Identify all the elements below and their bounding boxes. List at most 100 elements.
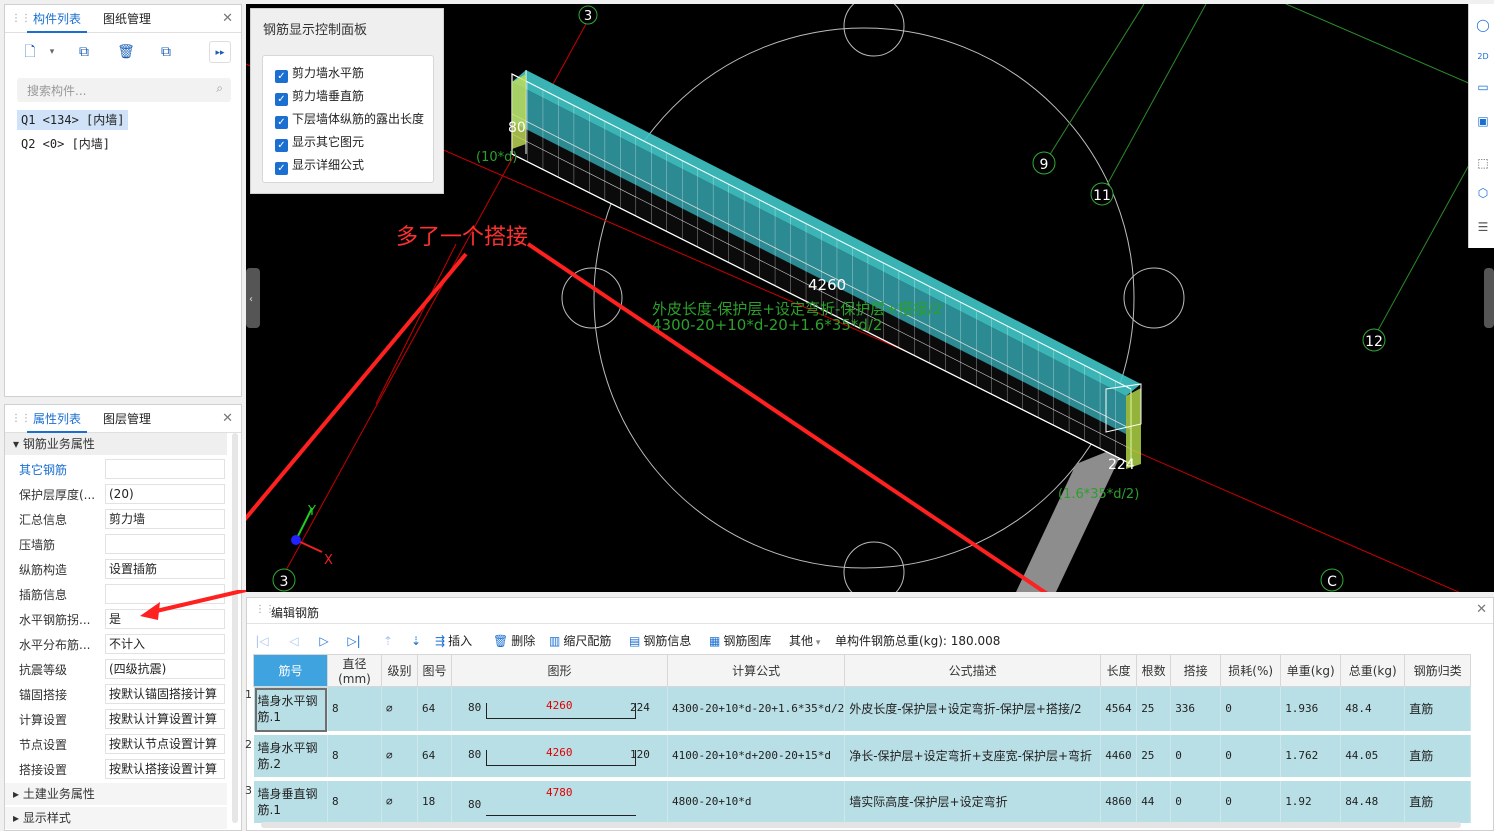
prev-record-icon[interactable]: ◁ bbox=[285, 631, 303, 651]
lap-cell[interactable]: 0 bbox=[1170, 778, 1222, 827]
loss-cell[interactable]: 0 bbox=[1220, 686, 1282, 735]
scrollbar[interactable] bbox=[232, 433, 238, 823]
grade-cell[interactable]: ⌀ bbox=[381, 732, 418, 781]
table-row[interactable]: 墙身水平钢筋.2 8 ⌀ 64 80 4260 120 4100-20+10*d+2… bbox=[253, 732, 1472, 781]
rebar-info-button[interactable]: ▤ 钢筋信息 bbox=[629, 631, 691, 651]
cube-view-icon[interactable]: ▣ bbox=[1474, 112, 1492, 130]
column-header[interactable]: 损耗(%) bbox=[1220, 654, 1282, 687]
total-weight-cell[interactable]: 48.4 bbox=[1340, 686, 1406, 735]
tab-layer-management[interactable]: 图层管理 bbox=[97, 405, 157, 433]
shape-cell[interactable]: 80 4260 120 bbox=[451, 732, 668, 781]
formula-cell[interactable]: 4300-20+10*d-20+1.6*35*d/2 bbox=[667, 686, 846, 735]
rebar-name-cell[interactable]: 墙身垂直钢筋.1 bbox=[253, 778, 328, 827]
property-value[interactable] bbox=[105, 459, 225, 479]
check-icon[interactable]: ✓ bbox=[275, 116, 288, 129]
checkbox-lower-wall-exposure[interactable]: ✓ 下层墙体纵筋的露出长度 bbox=[275, 110, 424, 129]
figure-no-cell[interactable]: 64 bbox=[417, 732, 452, 781]
length-cell[interactable]: 4460 bbox=[1100, 732, 1138, 781]
tab-drawing-management[interactable]: 图纸管理 bbox=[97, 5, 157, 33]
view-2d-icon[interactable]: 2D bbox=[1474, 48, 1492, 66]
column-header[interactable]: 搭接 bbox=[1170, 654, 1222, 687]
rebar-library-button[interactable]: ▦ 钢筋图库 bbox=[709, 631, 771, 651]
insert-button[interactable]: ⇶ 插入 bbox=[435, 631, 472, 651]
check-icon[interactable]: ✓ bbox=[275, 139, 288, 152]
unit-weight-cell[interactable]: 1.92 bbox=[1280, 778, 1342, 827]
box-view-icon[interactable]: ▭ bbox=[1474, 78, 1492, 96]
select-frame-icon[interactable]: ⬚ bbox=[1474, 154, 1492, 172]
delete-icon[interactable]: 🗑 bbox=[115, 41, 137, 63]
list-settings-icon[interactable]: ☰ bbox=[1474, 218, 1492, 236]
checkbox-wall-horizontal[interactable]: ✓ 剪力墙水平筋 bbox=[275, 64, 364, 83]
formula-cell[interactable]: 4100-20+10*d+200-20+15*d bbox=[667, 732, 846, 781]
count-cell[interactable]: 25 bbox=[1136, 686, 1172, 735]
search-input[interactable]: 搜索构件... ⌕ bbox=[17, 78, 231, 102]
next-record-icon[interactable]: ▷ bbox=[315, 631, 333, 651]
checkbox-show-detailed-formula[interactable]: ✓ 显示详细公式 bbox=[275, 156, 364, 175]
figure-no-cell[interactable]: 18 bbox=[417, 778, 452, 827]
group-display-style[interactable]: ▸ 显示样式 bbox=[5, 807, 227, 829]
formula-desc-cell[interactable]: 净长-保护层+设定弯折+支座宽-保护层+弯折 bbox=[844, 732, 1102, 781]
formula-desc-cell[interactable]: 墙实际高度-保护层+设定弯折 bbox=[844, 778, 1102, 827]
new-component-icon[interactable]: 🗋 bbox=[19, 41, 41, 63]
property-value[interactable]: (四级抗震) bbox=[105, 659, 225, 679]
property-value[interactable]: 剪力墙 bbox=[105, 509, 225, 529]
search-icon[interactable]: ⌕ bbox=[216, 81, 223, 96]
total-weight-cell[interactable]: 84.48 bbox=[1340, 778, 1406, 827]
loss-cell[interactable]: 0 bbox=[1220, 732, 1282, 781]
category-cell[interactable]: 直筋 bbox=[1404, 686, 1472, 735]
column-header[interactable]: 计算公式 bbox=[666, 654, 846, 687]
group-rebar-properties[interactable]: ▾ 钢筋业务属性 bbox=[5, 433, 227, 455]
grade-cell[interactable]: ⌀ bbox=[381, 778, 418, 827]
last-record-icon[interactable]: ▷| bbox=[345, 631, 363, 651]
column-header[interactable]: 钢筋归类 bbox=[1404, 654, 1472, 687]
horizontal-scrollbar[interactable] bbox=[261, 822, 1461, 828]
cube-3d-icon[interactable]: ⬡ bbox=[1474, 184, 1492, 202]
length-cell[interactable]: 4860 bbox=[1100, 778, 1138, 827]
loss-cell[interactable]: 0 bbox=[1220, 778, 1282, 827]
lap-cell[interactable]: 336 bbox=[1170, 686, 1222, 735]
total-weight-cell[interactable]: 44.05 bbox=[1340, 732, 1406, 781]
count-cell[interactable]: 25 bbox=[1136, 732, 1172, 781]
length-cell[interactable]: 4564 bbox=[1100, 686, 1138, 735]
unit-weight-cell[interactable]: 1.936 bbox=[1280, 686, 1342, 735]
column-header[interactable]: 长度 bbox=[1100, 654, 1138, 687]
column-header[interactable]: 筋号 bbox=[253, 654, 328, 687]
component-item-q2[interactable]: Q2 <0> [内墙] bbox=[17, 134, 114, 154]
column-header[interactable]: 图形 bbox=[451, 654, 668, 687]
first-record-icon[interactable]: |◁ bbox=[253, 631, 271, 651]
drag-grip-icon[interactable]: ⋮⋮ bbox=[11, 412, 31, 426]
column-header[interactable]: 根数 bbox=[1136, 654, 1172, 687]
check-icon[interactable]: ✓ bbox=[275, 162, 288, 175]
check-icon[interactable]: ✓ bbox=[275, 70, 288, 83]
column-header[interactable]: 图号 bbox=[417, 654, 452, 687]
column-header[interactable]: 级别 bbox=[381, 654, 418, 687]
orbit-icon[interactable]: ◯ bbox=[1474, 16, 1492, 34]
group-civil-properties[interactable]: ▸ 土建业务属性 bbox=[5, 783, 227, 805]
column-header[interactable]: 直径(mm) bbox=[327, 654, 382, 687]
column-header[interactable]: 总重(kg) bbox=[1340, 654, 1406, 687]
chevron-down-icon[interactable]: ▾ bbox=[41, 41, 63, 63]
delete-button[interactable]: 🗑 删除 bbox=[493, 631, 535, 651]
property-value[interactable]: 按默认节点设置计算 bbox=[105, 734, 225, 754]
table-row[interactable]: 墙身垂直钢筋.1 8 ⌀ 18 80 4780 4800-20+10*d 墙实际高… bbox=[253, 778, 1472, 827]
scaled-rebar-button[interactable]: ▥ 缩尺配筋 bbox=[549, 631, 611, 651]
diameter-cell[interactable]: 8 bbox=[327, 732, 382, 781]
shape-cell[interactable]: 80 4260 224 bbox=[451, 686, 668, 735]
close-icon[interactable]: ✕ bbox=[222, 11, 233, 26]
count-cell[interactable]: 44 bbox=[1136, 778, 1172, 827]
table-row[interactable]: 墙身水平钢筋.1 8 ⌀ 64 80 4260 224 4300-20+10*d-2… bbox=[253, 686, 1472, 735]
duplicate-icon[interactable]: ⧉ bbox=[155, 41, 177, 63]
move-down-icon[interactable]: ⇣ bbox=[407, 631, 425, 651]
column-header[interactable]: 公式描述 bbox=[844, 654, 1102, 687]
tab-component-list[interactable]: 构件列表 bbox=[27, 5, 88, 33]
checkbox-show-other-elements[interactable]: ✓ 显示其它图元 bbox=[275, 133, 364, 152]
category-cell[interactable]: 直筋 bbox=[1404, 778, 1472, 827]
more-icon[interactable]: ▸▸ bbox=[209, 41, 231, 63]
formula-cell[interactable]: 4800-20+10*d bbox=[667, 778, 846, 827]
close-icon[interactable]: ✕ bbox=[222, 411, 233, 426]
diameter-cell[interactable]: 8 bbox=[327, 686, 382, 735]
shape-cell[interactable]: 80 4780 bbox=[451, 778, 668, 827]
property-value[interactable]: (20) bbox=[105, 484, 225, 504]
property-value[interactable] bbox=[105, 534, 225, 554]
figure-no-cell[interactable]: 64 bbox=[417, 686, 452, 735]
